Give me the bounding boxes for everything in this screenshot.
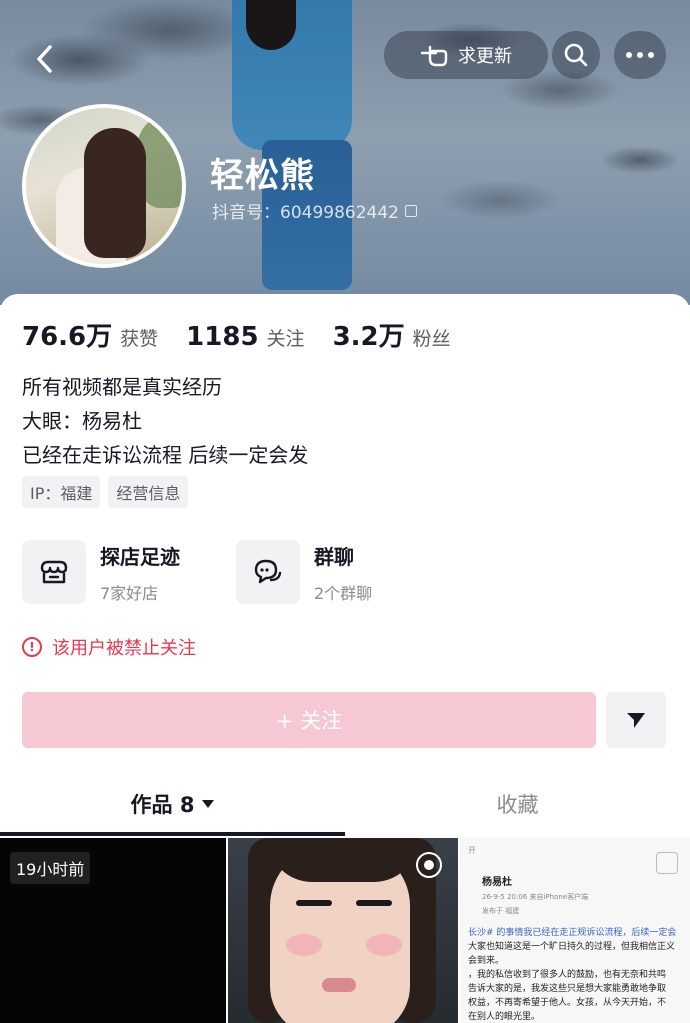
avatar-hair: [84, 128, 146, 258]
thumb-blush-right: [366, 934, 402, 956]
tag-business-info[interactable]: 经营信息: [108, 476, 189, 508]
video-grid: 19小时前 开 杨易杜 26-9-5 20:06 来自iPhone客户端 发布于…: [0, 838, 690, 1023]
tab-favorites[interactable]: 收藏: [345, 774, 690, 834]
send-icon: [627, 713, 645, 728]
pointing-hand-icon: [420, 45, 448, 67]
thumb-lips: [322, 978, 356, 992]
stat-followers-num: 3.2万: [332, 322, 405, 352]
live-photo-icon: [416, 852, 442, 878]
bio-line: 所有视频都是真实经历: [22, 375, 222, 399]
thumb-eye-right: [356, 900, 392, 906]
more-button[interactable]: [614, 31, 666, 79]
feature-store-title: 探店足迹: [100, 544, 180, 569]
post-line: 大家也知道这是一个旷日持久的过程，但我相信正义: [468, 942, 676, 952]
stat-followers-label: 粉丝: [412, 328, 451, 350]
bio-line: 已经在走诉讼流程 后续一定会发: [22, 443, 309, 467]
feature-group-sub: 2个群聊: [314, 583, 373, 603]
follow-banned-notice: ! 该用户被禁止关注: [22, 634, 196, 660]
post-line: ，我的私信收到了很多人的鼓励，也有无奈和共鸣: [468, 970, 667, 980]
caret-down-icon: [202, 800, 215, 808]
video-time-badge: 19小时前: [10, 852, 91, 884]
stat-likes[interactable]: 76.6万 获赞: [22, 316, 158, 353]
douyin-id-text: 抖音号：60499862442: [212, 203, 399, 223]
video-thumb[interactable]: [228, 838, 458, 1023]
thumb-blush-left: [286, 934, 322, 956]
post-line: 告诉大家的是，我发这些只是想大家能勇敢地争取: [468, 984, 667, 994]
back-button[interactable]: [22, 36, 68, 82]
post-top: 开: [468, 846, 476, 855]
stat-followers[interactable]: 3.2万 粉丝: [333, 316, 451, 353]
thumb-bangs: [268, 838, 418, 882]
request-update-label: 求更新: [458, 46, 512, 67]
search-button[interactable]: [552, 31, 600, 79]
avatar[interactable]: [22, 104, 186, 268]
follow-banned-text: 该用户被禁止关注: [52, 638, 196, 659]
feature-group-title: 群聊: [314, 544, 354, 569]
post-line: 会到来。: [468, 956, 505, 966]
checkbox-icon: [656, 852, 678, 874]
video-thumb[interactable]: 19小时前: [0, 838, 226, 1023]
stat-following-num: 1185: [186, 322, 259, 352]
group-chat-icon: [236, 540, 300, 604]
bio: 所有视频都是真实经历 大眼：杨易杜 已经在走诉讼流程 后续一定会发: [22, 370, 308, 472]
stat-likes-label: 获赞: [120, 328, 159, 350]
tag-ip: IP：福建: [22, 476, 101, 508]
post-body: 长沙# 的事情我已经在走正规诉讼流程，后续一定会 大家也知道这是一个旷日持久的过…: [468, 926, 682, 1023]
tab-active-indicator: [0, 832, 345, 836]
tab-works-label: 作品 8: [130, 793, 195, 817]
feature-store-sub: 7家好店: [100, 583, 159, 603]
bio-line: 大眼：杨易杜: [22, 409, 142, 433]
post-author: 杨易杜: [482, 877, 512, 888]
post-meta: 26-9-5 20:06 来自iPhone客户端: [482, 893, 589, 901]
thumb-eye-left: [296, 900, 332, 906]
feature-store-visits[interactable]: 探店足迹 7家好店: [22, 540, 214, 604]
tags-row: IP：福建 经营信息: [22, 476, 189, 508]
share-button[interactable]: [606, 692, 666, 748]
request-update-button[interactable]: 求更新: [384, 31, 548, 79]
store-icon: [22, 540, 86, 604]
more-dots-icon: [626, 52, 654, 58]
video-thumb[interactable]: 开 杨易杜 26-9-5 20:06 来自iPhone客户端 发布于 福建 长沙…: [460, 838, 690, 1023]
follow-button[interactable]: + 关注: [22, 692, 596, 748]
douyin-id[interactable]: 抖音号：60499862442: [212, 198, 417, 223]
chevron-left-icon: [37, 45, 52, 73]
post-meta-location: 发布于 福建: [482, 907, 520, 915]
copy-icon[interactable]: [404, 204, 417, 217]
profile-cover: 求更新 轻松熊 抖音号：60499862442: [0, 0, 690, 305]
tab-works[interactable]: 作品 8: [0, 774, 345, 834]
features-row: 探店足迹 7家好店 群聊 2个群聊: [22, 540, 428, 604]
stat-following[interactable]: 1185 关注: [186, 322, 304, 352]
content-tabs: 作品 8 收藏: [0, 774, 690, 838]
stat-likes-num: 76.6万: [22, 322, 113, 352]
search-icon: [564, 43, 588, 67]
stat-following-label: 关注: [266, 328, 305, 350]
post-line: 在别人的眼光里。: [468, 1012, 541, 1022]
feature-group-chat[interactable]: 群聊 2个群聊: [236, 540, 428, 604]
warning-icon: !: [22, 637, 42, 657]
post-line: 长沙# 的事情我已经在走正规诉讼流程，后续一定会: [468, 928, 677, 938]
stats-row: 76.6万 获赞 1185 关注 3.2万 粉丝: [22, 316, 451, 353]
nickname: 轻松熊: [210, 156, 315, 196]
post-line: 权益，不再寄希望于他人。女孩，从今天开始，不: [468, 998, 667, 1008]
